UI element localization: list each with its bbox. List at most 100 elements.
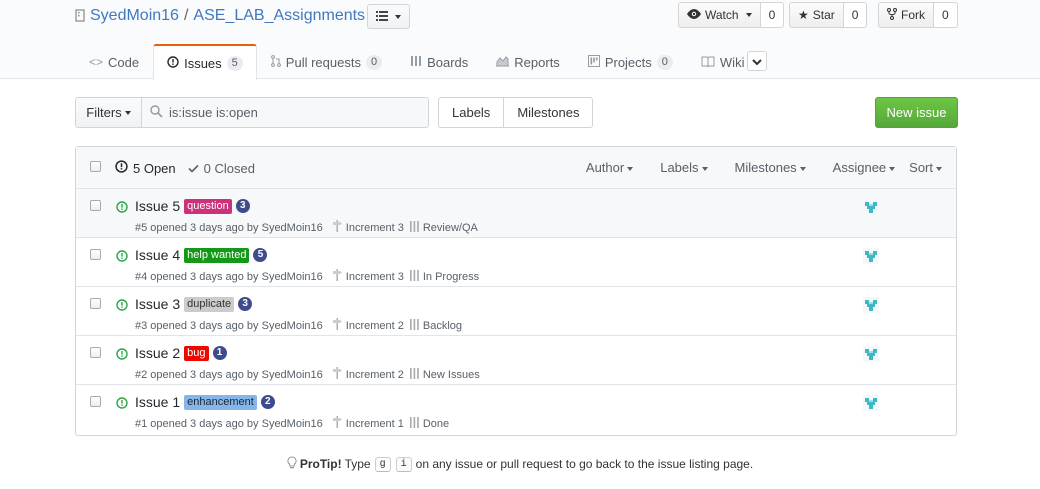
tab-reports[interactable]: Reports bbox=[482, 44, 574, 79]
issue-label[interactable]: enhancement bbox=[184, 394, 257, 410]
estimate-badge: 5 bbox=[253, 248, 268, 262]
star-button[interactable]: ★ Star bbox=[789, 2, 844, 28]
assignee-avatar[interactable] bbox=[863, 395, 879, 411]
issue-pipeline[interactable]: Backlog bbox=[409, 318, 462, 333]
issue-checkbox[interactable] bbox=[90, 347, 101, 358]
assignee-avatar[interactable] bbox=[863, 199, 879, 215]
protip: ProTip! Type g i on any issue or pull re… bbox=[0, 456, 1040, 472]
issue-checkbox[interactable] bbox=[90, 249, 101, 260]
assignee-avatar[interactable] bbox=[863, 248, 879, 264]
issue-pipeline[interactable]: New Issues bbox=[409, 367, 480, 382]
issue-pipeline[interactable]: In Progress bbox=[409, 269, 479, 284]
issue-row[interactable]: Issue 3 duplicate 3 #3 opened 3 days ago by… bbox=[76, 287, 956, 336]
pipeline-label: Done bbox=[422, 417, 450, 430]
issue-title-link[interactable]: Issue 3 bbox=[135, 296, 180, 312]
issue-milestone[interactable]: Increment 1 bbox=[332, 416, 404, 431]
issue-title-link[interactable]: Issue 4 bbox=[135, 247, 180, 263]
search-input[interactable] bbox=[169, 105, 409, 120]
issue-row[interactable]: Issue 5 question 3 #5 opened 3 days ago by … bbox=[76, 189, 956, 238]
milestones-button[interactable]: Milestones bbox=[504, 97, 594, 128]
boards-icon bbox=[409, 367, 419, 382]
new-issue-button[interactable]: New issue bbox=[875, 97, 958, 128]
issue-states: 5 Open 0 Closed bbox=[115, 160, 255, 176]
tab-issues[interactable]: Issues 5 bbox=[153, 44, 257, 80]
repo-name-link[interactable]: ASE_LAB_Assignments bbox=[193, 7, 365, 25]
kbd-i: i bbox=[395, 456, 412, 472]
tab-pull-requests[interactable]: Pull requests 0 bbox=[257, 44, 396, 79]
issue-meta: #3 opened 3 days ago by SyedMoin16 Increm… bbox=[135, 318, 462, 333]
star-count[interactable]: 0 bbox=[843, 2, 868, 28]
search-icon bbox=[150, 104, 163, 121]
issue-search bbox=[141, 97, 429, 128]
assignee-filter[interactable]: Assignee bbox=[833, 160, 896, 175]
milestone-label: Increment 3 bbox=[345, 221, 404, 234]
issue-milestone[interactable]: Increment 3 bbox=[332, 269, 404, 284]
watch-count[interactable]: 0 bbox=[760, 2, 785, 28]
boards-icon bbox=[409, 318, 419, 333]
milestones-filter[interactable]: Milestones bbox=[735, 160, 806, 175]
pipeline-label: Review/QA bbox=[422, 221, 478, 234]
author-filter[interactable]: Author bbox=[586, 160, 634, 175]
issue-row[interactable]: Issue 2 bug 1 #2 opened 3 days ago by SyedM… bbox=[76, 336, 956, 385]
select-all-checkbox[interactable] bbox=[90, 161, 101, 172]
issue-checkbox[interactable] bbox=[90, 396, 101, 407]
protip-pre: Type bbox=[344, 457, 371, 471]
closed-issues-link[interactable]: 0 Closed bbox=[188, 161, 255, 176]
milestone-label: Increment 1 bbox=[345, 417, 404, 430]
issue-opened-icon bbox=[116, 201, 128, 216]
issue-checkbox[interactable] bbox=[90, 298, 101, 309]
issue-pipeline[interactable]: Done bbox=[409, 416, 450, 431]
issues-list-header: 5 Open 0 Closed Author Labels Milestones… bbox=[76, 147, 956, 189]
labels-filter[interactable]: Labels bbox=[660, 160, 708, 175]
issue-milestone[interactable]: Increment 2 bbox=[332, 318, 404, 333]
repo-owner-link[interactable]: SyedMoin16 bbox=[90, 7, 179, 25]
issue-title-line: Issue 5 question 3 bbox=[135, 198, 250, 214]
issue-pipeline[interactable]: Review/QA bbox=[409, 220, 478, 235]
assignee-avatar[interactable] bbox=[863, 346, 879, 362]
assignee-avatar[interactable] bbox=[863, 297, 879, 313]
issue-title-link[interactable]: Issue 1 bbox=[135, 394, 180, 410]
open-issues-link[interactable]: 5 Open bbox=[115, 160, 176, 176]
chevron-down-icon bbox=[395, 14, 401, 19]
repo-separator: / bbox=[183, 7, 189, 24]
issue-label[interactable]: question bbox=[184, 198, 232, 214]
fork-button[interactable]: Fork bbox=[878, 2, 934, 28]
milestone-icon bbox=[332, 367, 342, 382]
watch-button[interactable]: Watch bbox=[678, 2, 761, 28]
boards-icon bbox=[409, 416, 419, 431]
tab-projects[interactable]: Projects 0 bbox=[574, 44, 687, 79]
code-icon: <> bbox=[89, 55, 104, 69]
graph-icon bbox=[496, 55, 510, 70]
repo-menu-button[interactable] bbox=[367, 4, 410, 29]
issue-opened-info: #1 opened 3 days ago by SyedMoin16 bbox=[135, 417, 323, 430]
issue-row[interactable]: Issue 1 enhancement 2 #1 opened 3 days ago … bbox=[76, 385, 956, 434]
more-tabs-button[interactable] bbox=[747, 51, 767, 71]
issue-label[interactable]: bug bbox=[184, 345, 209, 361]
tab-code[interactable]: <> Code bbox=[75, 44, 153, 79]
filters-button[interactable]: Filters bbox=[75, 97, 142, 128]
issue-opened-info: #2 opened 3 days ago by SyedMoin16 bbox=[135, 368, 323, 381]
milestone-icon bbox=[332, 220, 342, 235]
issue-milestone[interactable]: Increment 3 bbox=[332, 220, 404, 235]
fork-count[interactable]: 0 bbox=[934, 2, 958, 28]
star-label: Star bbox=[812, 8, 835, 22]
issue-milestone[interactable]: Increment 2 bbox=[332, 367, 404, 382]
issue-label[interactable]: duplicate bbox=[184, 296, 235, 312]
tab-label: Issues bbox=[184, 55, 222, 71]
issue-title-link[interactable]: Issue 5 bbox=[135, 198, 180, 214]
tab-boards[interactable]: Boards bbox=[396, 44, 482, 79]
check-icon bbox=[188, 161, 199, 176]
tab-label: Projects bbox=[604, 54, 652, 70]
issue-label[interactable]: help wanted bbox=[184, 247, 250, 263]
tab-label: Reports bbox=[514, 54, 560, 70]
issue-checkbox[interactable] bbox=[90, 200, 101, 211]
star-group: ★ Star 0 bbox=[789, 2, 868, 28]
chevron-down-icon bbox=[799, 166, 806, 171]
labels-button[interactable]: Labels bbox=[438, 97, 505, 128]
chevron-down-icon bbox=[752, 54, 762, 69]
issue-row[interactable]: Issue 4 help wanted 5 #4 opened 3 days ago … bbox=[76, 238, 956, 287]
repo-icon bbox=[75, 9, 85, 23]
sort-filter[interactable]: Sort bbox=[909, 160, 942, 175]
pull-requests-counter: 0 bbox=[365, 54, 383, 70]
issue-title-link[interactable]: Issue 2 bbox=[135, 345, 180, 361]
